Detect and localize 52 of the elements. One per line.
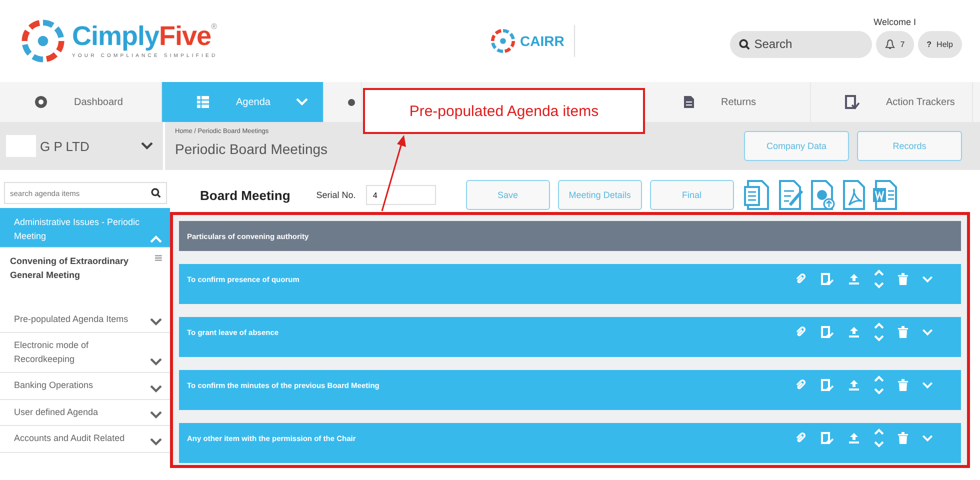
product-name: CAIRR bbox=[520, 33, 564, 49]
serial-field[interactable]: 4 bbox=[366, 185, 436, 205]
chevron-down-icon[interactable] bbox=[150, 438, 162, 446]
paperclip-icon[interactable] bbox=[795, 432, 807, 444]
document-check-icon bbox=[845, 94, 860, 110]
trash-icon[interactable] bbox=[898, 273, 908, 285]
help-button[interactable]: ? Help bbox=[918, 30, 962, 58]
chevron-down-icon[interactable] bbox=[141, 142, 153, 150]
search-field[interactable]: Search bbox=[730, 30, 872, 58]
upload-icon[interactable] bbox=[848, 432, 860, 444]
document-check-icon[interactable] bbox=[821, 432, 834, 444]
reorder-icon[interactable] bbox=[874, 428, 884, 448]
document-check-icon[interactable] bbox=[821, 378, 834, 392]
callout-label: Pre-populated Agenda items bbox=[363, 88, 645, 134]
brand-name: CimplyFive® bbox=[72, 23, 218, 50]
upload-icon[interactable] bbox=[848, 326, 860, 338]
reorder-icon[interactable] bbox=[874, 322, 884, 342]
paperclip-icon[interactable] bbox=[795, 273, 807, 285]
company-selector[interactable]: G P LTD bbox=[0, 122, 165, 170]
document-icon bbox=[683, 95, 695, 109]
search-icon bbox=[739, 38, 750, 50]
chevron-down-icon[interactable] bbox=[150, 411, 162, 420]
chevron-up-icon[interactable] bbox=[150, 235, 162, 243]
search-icon bbox=[151, 188, 161, 198]
circle-icon bbox=[348, 96, 355, 108]
serial-label: Serial No. bbox=[316, 190, 356, 200]
paperclip-icon[interactable] bbox=[795, 379, 807, 391]
reorder-icon[interactable] bbox=[874, 375, 884, 395]
logo-ring-icon bbox=[20, 18, 66, 64]
upload-icon[interactable] bbox=[848, 273, 860, 285]
trash-icon[interactable] bbox=[898, 326, 908, 338]
document-check-icon[interactable] bbox=[821, 326, 834, 338]
welcome-text: Welcome I bbox=[874, 16, 916, 26]
trash-icon[interactable] bbox=[898, 432, 908, 444]
reorder-icon[interactable] bbox=[874, 269, 884, 289]
logo-ring-icon bbox=[490, 28, 516, 54]
chevron-down-icon[interactable] bbox=[150, 384, 162, 393]
dashboard-icon bbox=[34, 95, 48, 109]
grid-icon bbox=[196, 95, 210, 109]
upload-icon[interactable] bbox=[848, 379, 860, 391]
meeting-title: Board Meeting bbox=[200, 188, 290, 202]
menu-icon[interactable] bbox=[155, 254, 162, 262]
trash-icon[interactable] bbox=[898, 379, 908, 391]
copy-document-icon[interactable] bbox=[744, 179, 772, 211]
bell-icon bbox=[885, 38, 896, 50]
notifications-button[interactable]: 7 bbox=[876, 30, 914, 58]
paperclip-icon[interactable] bbox=[795, 326, 807, 338]
chevron-down-icon[interactable] bbox=[150, 358, 162, 366]
chevron-down-icon[interactable] bbox=[150, 318, 162, 326]
page-title: Periodic Board Meetings bbox=[175, 141, 329, 157]
document-check-icon[interactable] bbox=[821, 272, 834, 286]
word-document-icon[interactable] bbox=[872, 179, 900, 211]
